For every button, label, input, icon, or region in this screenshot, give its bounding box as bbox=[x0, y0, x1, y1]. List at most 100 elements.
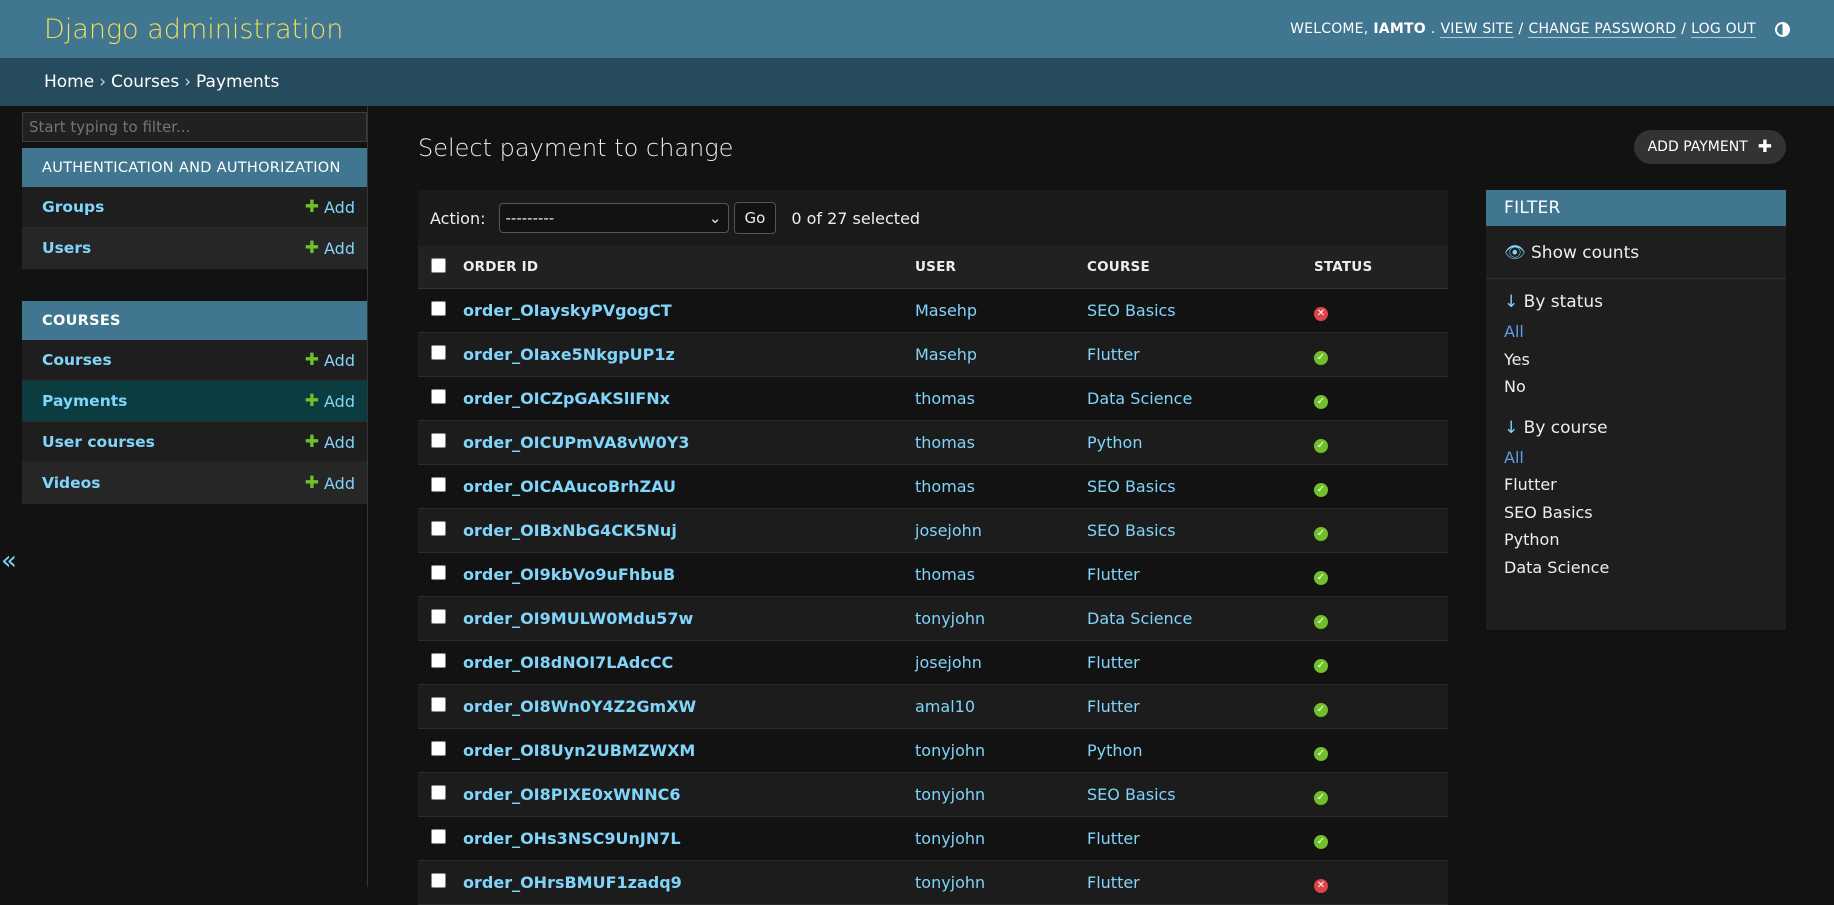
course-link[interactable]: Data Science bbox=[1087, 609, 1192, 628]
add-link[interactable]: ✚ Add bbox=[305, 473, 355, 493]
order-id-link[interactable]: order_OHrsBMUF1zadq9 bbox=[463, 873, 682, 892]
action-select[interactable]: --------- ⌄ bbox=[498, 203, 729, 233]
row-checkbox[interactable] bbox=[431, 565, 446, 580]
column-header-status[interactable]: STATUS bbox=[1313, 246, 1448, 289]
order-id-link[interactable]: order_OICZpGAKSlIFNx bbox=[463, 389, 670, 408]
order-id-link[interactable]: order_OI8Wn0Y4Z2GmXW bbox=[463, 697, 696, 716]
user-link[interactable]: amal10 bbox=[915, 697, 975, 716]
course-link[interactable]: Flutter bbox=[1087, 873, 1140, 892]
sidebar-item-label[interactable]: User courses bbox=[42, 433, 155, 451]
course-link[interactable]: SEO Basics bbox=[1087, 477, 1176, 496]
filter-option[interactable]: SEO Basics bbox=[1504, 503, 1786, 531]
row-checkbox[interactable] bbox=[431, 785, 446, 800]
view-site-link[interactable]: VIEW SITE bbox=[1440, 21, 1514, 38]
change-password-link[interactable]: CHANGE PASSWORD bbox=[1528, 21, 1677, 38]
show-counts-link[interactable]: 👁 Show counts bbox=[1486, 226, 1786, 279]
add-link[interactable]: ✚ Add bbox=[305, 432, 355, 452]
row-checkbox[interactable] bbox=[431, 477, 446, 492]
column-header-course[interactable]: COURSE bbox=[1086, 246, 1313, 289]
filter-option[interactable]: Data Science bbox=[1504, 558, 1786, 586]
add-link[interactable]: ✚ Add bbox=[305, 197, 355, 217]
add-payment-button[interactable]: ADD PAYMENT ✚ bbox=[1633, 130, 1786, 164]
add-link[interactable]: ✚ Add bbox=[305, 391, 355, 411]
row-checkbox[interactable] bbox=[431, 345, 446, 360]
row-checkbox[interactable] bbox=[431, 697, 446, 712]
filter-option[interactable]: Yes bbox=[1504, 350, 1786, 378]
row-checkbox[interactable] bbox=[431, 741, 446, 756]
course-link[interactable]: Flutter bbox=[1087, 345, 1140, 364]
module-caption[interactable]: AUTHENTICATION AND AUTHORIZATION bbox=[22, 148, 367, 187]
toggle-sidebar-button[interactable]: « bbox=[0, 546, 18, 576]
course-link[interactable]: Flutter bbox=[1087, 829, 1140, 848]
row-checkbox[interactable] bbox=[431, 433, 446, 448]
course-link[interactable]: SEO Basics bbox=[1087, 301, 1176, 320]
user-link[interactable]: thomas bbox=[915, 389, 975, 408]
row-checkbox[interactable] bbox=[431, 653, 446, 668]
filter-heading[interactable]: ↓ By course bbox=[1504, 418, 1786, 438]
order-id-link[interactable]: order_OI9kbVo9uFhbuB bbox=[463, 565, 675, 584]
filter-option[interactable]: Flutter bbox=[1504, 475, 1786, 503]
course-link[interactable]: Python bbox=[1087, 433, 1142, 452]
order-id-link[interactable]: order_OHs3NSC9UnJN7L bbox=[463, 829, 681, 848]
course-link[interactable]: Flutter bbox=[1087, 697, 1140, 716]
course-link[interactable]: Flutter bbox=[1087, 653, 1140, 672]
course-link[interactable]: Python bbox=[1087, 741, 1142, 760]
user-link[interactable]: josejohn bbox=[915, 521, 982, 540]
order-id-link[interactable]: order_OI9MULW0Mdu57w bbox=[463, 609, 693, 628]
order-id-link[interactable]: order_OIBxNbG4CK5Nuj bbox=[463, 521, 677, 540]
filter-option[interactable]: No bbox=[1504, 377, 1786, 405]
theme-toggle-icon[interactable] bbox=[1775, 21, 1790, 37]
user-link[interactable]: Masehp bbox=[915, 301, 977, 320]
order-id-link[interactable]: order_OI8Uyn2UBMZWXM bbox=[463, 741, 695, 760]
user-link[interactable]: tonyjohn bbox=[915, 785, 985, 804]
row-checkbox[interactable] bbox=[431, 873, 446, 888]
course-link[interactable]: Data Science bbox=[1087, 389, 1192, 408]
user-link[interactable]: tonyjohn bbox=[915, 741, 985, 760]
course-link[interactable]: SEO Basics bbox=[1087, 785, 1176, 804]
user-link[interactable]: tonyjohn bbox=[915, 873, 985, 892]
user-link[interactable]: josejohn bbox=[915, 653, 982, 672]
course-link[interactable]: SEO Basics bbox=[1087, 521, 1176, 540]
filter-option[interactable]: All bbox=[1504, 322, 1786, 350]
log-out-link[interactable]: LOG OUT bbox=[1691, 21, 1756, 38]
row-checkbox[interactable] bbox=[431, 389, 446, 404]
column-header-order-id[interactable]: ORDER ID bbox=[457, 246, 914, 289]
order-id-link[interactable]: order_OICUPmVA8vW0Y3 bbox=[463, 433, 690, 452]
site-branding[interactable]: Django administration bbox=[44, 14, 343, 45]
breadcrumb-courses[interactable]: Courses bbox=[111, 72, 179, 92]
sidebar-item-label[interactable]: Payments bbox=[42, 392, 127, 410]
order-id-link[interactable]: order_OICAAucoBrhZAU bbox=[463, 477, 676, 496]
filter-option[interactable]: Python bbox=[1504, 530, 1786, 558]
breadcrumb-home[interactable]: Home bbox=[44, 72, 94, 92]
course-link[interactable]: Flutter bbox=[1087, 565, 1140, 584]
order-id-link[interactable]: order_OI8PIXE0xWNNC6 bbox=[463, 785, 680, 804]
user-link[interactable]: Masehp bbox=[915, 345, 977, 364]
user-link[interactable]: thomas bbox=[915, 565, 975, 584]
order-id-link[interactable]: order_OIayskyPVgogCT bbox=[463, 301, 672, 320]
filter-option[interactable]: All bbox=[1504, 448, 1786, 476]
check-icon: ✓ bbox=[1314, 394, 1328, 409]
user-link[interactable]: thomas bbox=[915, 433, 975, 452]
user-link[interactable]: tonyjohn bbox=[915, 829, 985, 848]
row-checkbox[interactable] bbox=[431, 609, 446, 624]
user-link[interactable]: thomas bbox=[915, 477, 975, 496]
filter-heading[interactable]: ↓ By status bbox=[1504, 292, 1786, 312]
row-checkbox[interactable] bbox=[431, 829, 446, 844]
status-cell: ✕ bbox=[1313, 288, 1448, 333]
go-button[interactable]: Go bbox=[733, 202, 777, 234]
sidebar-item-label[interactable]: Groups bbox=[42, 198, 104, 216]
row-checkbox[interactable] bbox=[431, 521, 446, 536]
row-checkbox[interactable] bbox=[431, 301, 446, 316]
sidebar-item-label[interactable]: Videos bbox=[42, 474, 101, 492]
order-id-link[interactable]: order_OI8dNOI7LAdcCC bbox=[463, 653, 673, 672]
sidebar-item-label[interactable]: Courses bbox=[42, 351, 112, 369]
add-link[interactable]: ✚ Add bbox=[305, 238, 355, 258]
add-link[interactable]: ✚ Add bbox=[305, 350, 355, 370]
column-header-user[interactable]: USER bbox=[914, 246, 1086, 289]
user-link[interactable]: tonyjohn bbox=[915, 609, 985, 628]
sidebar-filter-input[interactable] bbox=[22, 112, 367, 142]
module-caption[interactable]: COURSES bbox=[22, 301, 367, 340]
select-all-checkbox[interactable] bbox=[431, 257, 446, 273]
order-id-link[interactable]: order_OIaxe5NkgpUP1z bbox=[463, 345, 675, 364]
sidebar-item-label[interactable]: Users bbox=[42, 239, 91, 257]
